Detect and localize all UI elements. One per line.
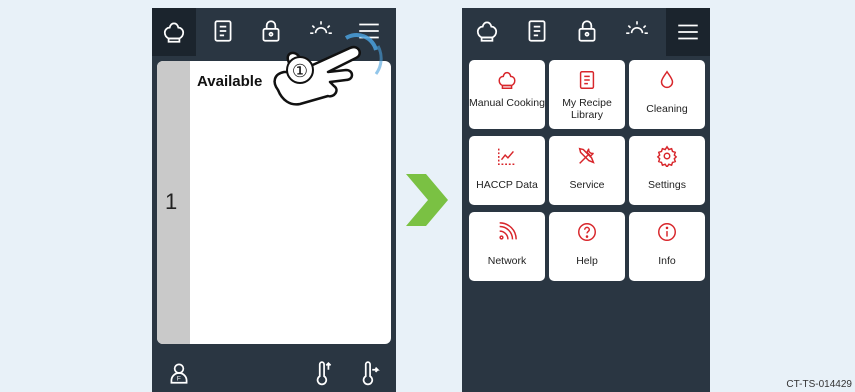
line-chart-icon xyxy=(498,148,516,165)
slot-status: Available xyxy=(197,73,263,90)
menu-tile-service[interactable]: Service xyxy=(549,136,625,205)
double-chevron-arrow-icon xyxy=(406,174,448,226)
tile-label: Cleaning xyxy=(646,103,688,115)
tile-label: Info xyxy=(658,255,676,267)
menu-tile-network[interactable]: Network xyxy=(469,212,545,281)
menu-tile-my-recipe-library[interactable]: My Recipe Library xyxy=(549,60,625,129)
brightness-icon[interactable] xyxy=(620,14,654,48)
tap-hand-icon: ① xyxy=(273,32,383,106)
probe-temperature-icon[interactable] xyxy=(356,360,382,386)
user-icon[interactable]: F xyxy=(166,360,192,386)
recipe-book-icon xyxy=(579,71,595,89)
tile-label: HACCP Data xyxy=(476,179,538,191)
menu-tile-haccp-data[interactable]: HACCP Data xyxy=(469,136,545,205)
step-marker: ① xyxy=(292,61,308,82)
tile-label: Settings xyxy=(648,179,686,191)
slot-number: 1 xyxy=(165,189,178,214)
tile-label: Manual Cooking xyxy=(469,97,545,109)
core-probe-icon[interactable] xyxy=(310,360,336,386)
top-toolbar xyxy=(462,8,710,56)
wifi-icon xyxy=(499,222,517,240)
lock-icon[interactable] xyxy=(570,14,604,48)
recipe-book-icon[interactable] xyxy=(520,14,554,48)
chef-hat-icon xyxy=(498,71,516,89)
bottom-toolbar: F xyxy=(152,352,396,392)
recipe-book-icon[interactable] xyxy=(206,14,240,48)
document-code: CT-TS-014429 xyxy=(786,379,852,390)
chef-hat-icon[interactable] xyxy=(152,8,196,56)
tile-label: My Recipe Library xyxy=(562,97,612,121)
controller-screen-menu: Manual Cooking My Recipe Library Cleanin… xyxy=(462,8,710,392)
menu-tile-manual-cooking[interactable]: Manual Cooking xyxy=(469,60,545,129)
svg-text:F: F xyxy=(177,376,181,383)
menu-tile-cleaning[interactable]: Cleaning xyxy=(629,60,705,129)
question-icon xyxy=(578,223,596,241)
info-icon xyxy=(658,223,676,241)
menu-tile-settings[interactable]: Settings xyxy=(629,136,705,205)
tools-icon xyxy=(578,147,595,164)
chef-hat-icon[interactable] xyxy=(470,14,504,48)
gear-icon xyxy=(656,145,678,167)
tile-label: Help xyxy=(576,255,598,267)
tile-label: Network xyxy=(487,255,527,267)
menu-icon[interactable] xyxy=(666,8,710,56)
menu-tile-info[interactable]: Info xyxy=(629,212,705,281)
water-drop-icon xyxy=(660,70,674,88)
tile-label: Service xyxy=(569,179,605,191)
menu-tile-help[interactable]: Help xyxy=(549,212,625,281)
